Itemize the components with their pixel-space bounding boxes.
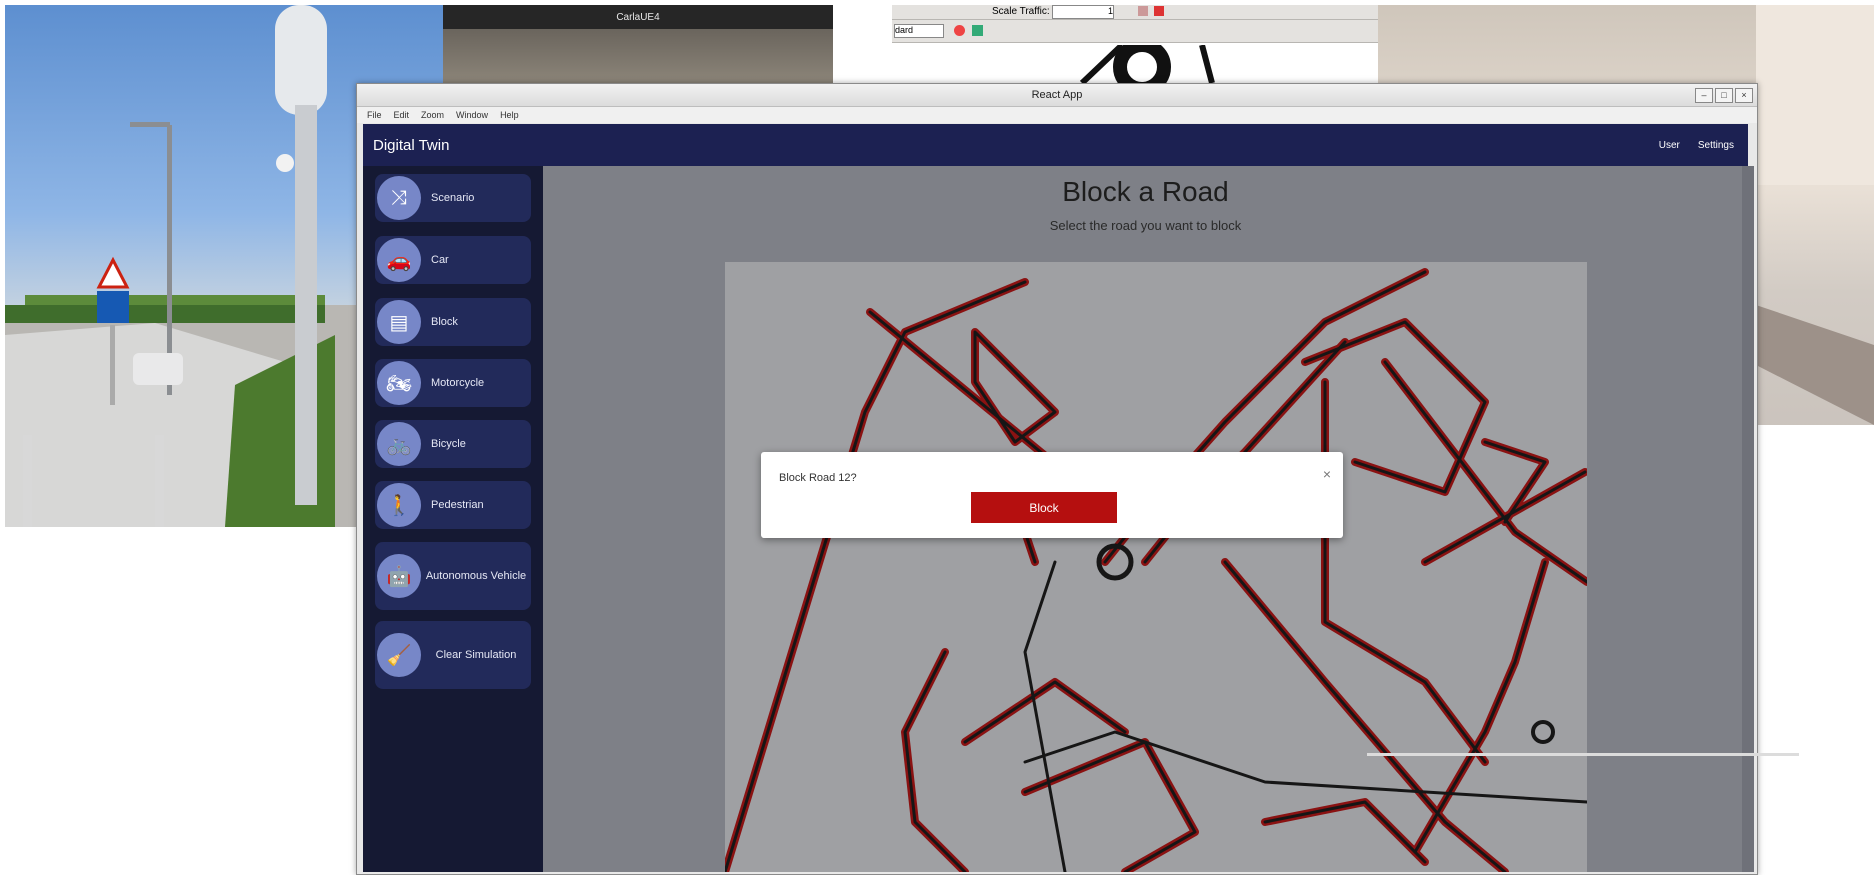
close-window-icon[interactable]: × — [1735, 88, 1753, 103]
horizontal-scroll-indicator[interactable] — [1367, 753, 1799, 756]
page-subtitle: Select the road you want to block — [1049, 218, 1242, 233]
sidebar-item-bicycle[interactable]: 🚲 Bicycle — [375, 420, 531, 468]
menu-file[interactable]: File — [367, 110, 382, 120]
sidebar-item-car[interactable]: 🚗 Car — [375, 236, 531, 284]
sidebar-item-label: Scenario — [431, 192, 475, 204]
page-title: Block a Road — [1062, 176, 1229, 207]
sidebar-item-label: Car — [431, 254, 449, 266]
menu-edit[interactable]: Edit — [394, 110, 410, 120]
nav-settings[interactable]: Settings — [1698, 140, 1734, 151]
sidebar-item-clear-simulation[interactable]: 🧹 Clear Simulation — [375, 621, 531, 689]
road-map[interactable] — [725, 262, 1587, 872]
motorcycle-icon: 🏍 — [377, 361, 421, 405]
sidebar-item-block[interactable]: ▤ Block — [375, 298, 531, 346]
top-navbar: Digital Twin User Settings — [363, 124, 1748, 166]
brand-title[interactable]: Digital Twin — [373, 124, 449, 166]
block-button[interactable]: Block — [971, 492, 1117, 523]
close-icon[interactable]: × — [1323, 466, 1331, 482]
scale-traffic-label: Scale Traffic: — [992, 6, 1050, 17]
sidebar-item-scenario[interactable]: ⤨ Scenario — [375, 174, 531, 222]
bicycle-icon: 🚲 — [377, 422, 421, 466]
road-layer-red[interactable] — [725, 268, 1587, 872]
sumo-network-preview — [1079, 45, 1215, 83]
window-titlebar: React App – □ × — [357, 84, 1757, 107]
sumo-window: Scale Traffic: 1 dard — [892, 5, 1378, 83]
confirm-dialog: Block Road 12? × Block — [761, 452, 1343, 538]
sidebar-item-motorcycle[interactable]: 🏍 Motorcycle — [375, 359, 531, 407]
react-app-window: React App – □ × File Edit Zoom Window He… — [356, 83, 1799, 875]
roundabout-small[interactable] — [1531, 720, 1555, 744]
minimize-icon[interactable]: – — [1695, 88, 1713, 103]
screenshot-icon[interactable] — [972, 25, 983, 36]
carla-title: CarlaUE4 — [443, 5, 833, 29]
sidebar-item-label: Block — [431, 316, 458, 328]
broom-icon: 🧹 — [377, 633, 421, 677]
stop-icon[interactable] — [1154, 6, 1164, 16]
car-icon: 🚗 — [377, 238, 421, 282]
scheme-select[interactable]: dard — [894, 24, 944, 38]
carla-window: CarlaUE4 — [443, 5, 833, 83]
nav-user[interactable]: User — [1659, 140, 1680, 151]
menu-bar: File Edit Zoom Window Help — [357, 107, 1757, 123]
maximize-icon[interactable]: □ — [1715, 88, 1733, 103]
sumo-toolbar-2: dard — [892, 20, 1378, 43]
road-network-svg[interactable] — [725, 262, 1587, 872]
robot-icon: 🤖 — [377, 554, 421, 598]
sidebar-item-autonomous-vehicle[interactable]: 🤖 Autonomous Vehicle — [375, 542, 531, 610]
window-title: React App — [1031, 89, 1083, 101]
sumo-toolbar: Scale Traffic: 1 — [892, 5, 1378, 20]
scale-traffic-input[interactable]: 1 — [1052, 5, 1114, 19]
vertical-scrollbar[interactable] — [1742, 166, 1754, 872]
sidebar-item-label: Bicycle — [431, 438, 466, 450]
color-wheel-icon[interactable] — [954, 25, 965, 36]
shuffle-icon: ⤨ — [377, 176, 421, 220]
menu-zoom[interactable]: Zoom — [421, 110, 444, 120]
sidebar-item-label: Clear Simulation — [435, 649, 517, 661]
sidebar-item-label: Motorcycle — [431, 377, 485, 389]
menu-help[interactable]: Help — [500, 110, 519, 120]
nav-links: User Settings — [1659, 124, 1734, 166]
folder-icon[interactable] — [1138, 6, 1148, 16]
pedestrian-icon: 🚶 — [377, 483, 421, 527]
barrier-icon: ▤ — [377, 300, 421, 344]
menu-window[interactable]: Window — [456, 110, 488, 120]
sidebar-item-label: Autonomous Vehicle — [425, 570, 527, 582]
dialog-message: Block Road 12? — [779, 472, 857, 484]
sidebar-item-label: Pedestrian — [431, 499, 484, 511]
sidebar: ⤨ Scenario 🚗 Car ▤ Block 🏍 Motorcycle 🚲 … — [363, 166, 543, 872]
sidebar-item-pedestrian[interactable]: 🚶 Pedestrian — [375, 481, 531, 529]
